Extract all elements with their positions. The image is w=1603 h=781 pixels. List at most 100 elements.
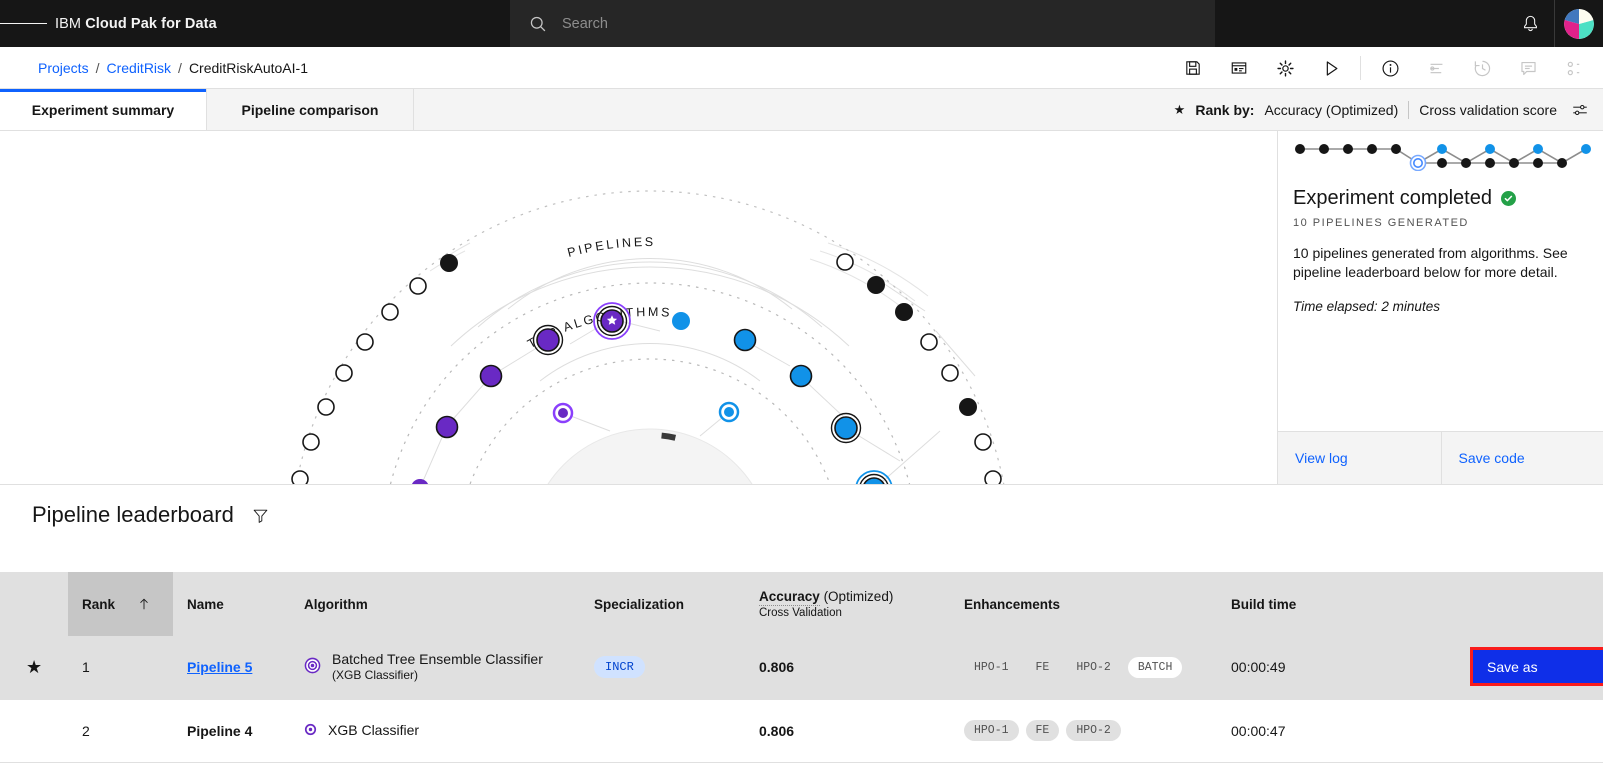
breadcrumb-separator: / <box>95 59 100 76</box>
row-action-cell: Save as <box>1403 636 1603 700</box>
favorite-cell[interactable] <box>0 699 68 763</box>
col-actions <box>1403 572 1603 636</box>
page-title: Experiment completed <box>1293 187 1492 209</box>
information-icon[interactable] <box>1367 47 1413 89</box>
specialization-cell <box>580 699 745 763</box>
enhancement-tag: FE <box>1025 656 1060 678</box>
col-accuracy[interactable]: Accuracy (Optimized) Cross Validation <box>745 572 950 636</box>
progress-mini-chart <box>1278 131 1603 171</box>
status-description: 10 pipelines generated from algorithms. … <box>1293 245 1568 281</box>
col-build-time[interactable]: Build time <box>1217 572 1403 636</box>
name-cell[interactable]: Pipeline 5 <box>173 636 290 700</box>
col-accuracy-sub: Cross Validation <box>759 607 842 619</box>
save-icon[interactable] <box>1170 47 1216 89</box>
pipeline-name-link[interactable]: Pipeline 5 <box>187 659 252 675</box>
leaderboard-header: Pipeline leaderboard <box>0 484 1603 545</box>
view-log-button[interactable]: View log <box>1278 432 1441 484</box>
accuracy-value: 0.806 <box>759 659 795 676</box>
pipeline-name-link[interactable]: Pipeline 4 <box>187 723 252 739</box>
breadcrumb-item-projects[interactable]: Projects <box>38 60 89 76</box>
target-ring-icon <box>304 723 317 739</box>
pipelines-generated-count: 10 PIPELINES GENERATED <box>1293 217 1469 229</box>
rank-by-metric[interactable]: Accuracy (Optimized) <box>1264 102 1398 118</box>
algorithm-cell: XGB Classifier <box>290 699 580 763</box>
name-cell[interactable]: Pipeline 4 <box>173 699 290 763</box>
search-input[interactable]: Search <box>562 16 608 32</box>
accuracy-cell: 0.806 <box>745 636 950 700</box>
flow-icon[interactable] <box>1413 47 1459 89</box>
experiment-status-panel: Experiment completed 10 PIPELINES GENERA… <box>1277 131 1603 484</box>
algorithm-sub: (XGB Classifier) <box>332 667 419 682</box>
build-time-cell: 00:00:49 <box>1217 636 1403 700</box>
algorithm-name: XGB Classifier <box>328 722 420 739</box>
pipeline-leaderboard-table: Rank Name Algorithm Specialization Accur… <box>0 572 1603 763</box>
accuracy-cell: 0.806 <box>745 699 950 763</box>
rank-by-scope[interactable]: Cross validation score <box>1419 102 1557 118</box>
avatar[interactable] <box>1564 8 1594 39</box>
gear-icon[interactable] <box>1262 47 1308 89</box>
breadcrumb-separator: / <box>178 59 182 76</box>
favorite-cell[interactable]: ★ <box>0 636 68 700</box>
bell-icon[interactable] <box>1507 0 1554 47</box>
algorithm-cell: Batched Tree Ensemble Classifier (XGB Cl… <box>290 636 580 700</box>
col-specialization-label: Specialization <box>594 596 685 612</box>
target-ring-icon <box>304 657 321 677</box>
row-action-cell <box>1403 699 1603 763</box>
table-row[interactable]: 2 Pipeline 4 XGB Classifier 0.806 HPO-1 … <box>0 699 1603 763</box>
notebook-icon[interactable] <box>1216 47 1262 89</box>
status-title-row: Experiment completed <box>1293 187 1589 210</box>
hamburger-menu-icon[interactable] <box>0 0 48 47</box>
table-row[interactable]: ★ 1 Pipeline 5 Batched Tree Ensemble Cla… <box>0 636 1603 700</box>
rank-by-label: Rank by: <box>1195 102 1255 118</box>
sliders-icon[interactable] <box>1571 101 1589 119</box>
col-algorithm[interactable]: Algorithm <box>290 572 580 636</box>
col-enhancements[interactable]: Enhancements <box>950 572 1217 636</box>
enhancements-cell: HPO-1 FE HPO-2 BATCH <box>950 636 1217 700</box>
leaderboard-title: Pipeline leaderboard <box>32 502 234 527</box>
col-name[interactable]: Name <box>173 572 290 636</box>
header-actions <box>1507 0 1603 47</box>
table-header: Rank Name Algorithm Specialization Accur… <box>0 572 1603 636</box>
star-icon: ★ <box>1173 102 1186 117</box>
enhancement-tag: HPO-1 <box>964 720 1019 741</box>
breadcrumb-item-creditrisk[interactable]: CreditRisk <box>106 60 171 76</box>
global-search[interactable]: Search <box>510 0 1215 47</box>
save-as-button[interactable]: Save as <box>1470 647 1603 686</box>
algorithm-name: Batched Tree Ensemble Classifier <box>332 651 543 668</box>
save-code-button[interactable]: Save code <box>1440 432 1603 484</box>
run-icon[interactable] <box>1308 47 1354 89</box>
table-body: ★ 1 Pipeline 5 Batched Tree Ensemble Cla… <box>0 636 1603 763</box>
arrow-up-icon <box>140 598 148 610</box>
collaborators-icon[interactable] <box>1551 47 1597 89</box>
radial-pipeline-graph: german_credit_dat... <box>291 190 1005 484</box>
star-icon[interactable]: ★ <box>26 657 42 677</box>
tab-label: Experiment summary <box>31 101 175 118</box>
rank-by-bar: ★ Rank by: Accuracy (Optimized) Cross va… <box>1174 89 1603 131</box>
comment-icon[interactable] <box>1505 47 1551 89</box>
col-accuracy-optimized: (Optimized) <box>823 589 894 604</box>
algorithm-nodes <box>552 401 740 424</box>
tab-experiment-summary[interactable]: Experiment summary <box>0 89 207 130</box>
filter-icon[interactable] <box>252 507 269 524</box>
rank-cell: 2 <box>68 699 173 763</box>
history-icon[interactable] <box>1459 47 1505 89</box>
col-specialization[interactable]: Specialization <box>580 572 745 636</box>
col-star <box>0 572 68 636</box>
relationship-map[interactable]: german_credit_dat... <box>0 131 1277 484</box>
tab-pipeline-comparison[interactable]: Pipeline comparison <box>207 89 414 130</box>
enhancements-cell: HPO-1 FE HPO-2 <box>950 699 1217 763</box>
specialization-cell: INCR <box>580 636 745 700</box>
col-algorithm-label: Algorithm <box>304 596 368 612</box>
brand-name: Cloud Pak for Data <box>85 15 217 32</box>
col-enhancements-label: Enhancements <box>964 596 1061 612</box>
toolbar-divider <box>1360 56 1361 80</box>
breadcrumb-bar: Projects / CreditRisk / CreditRiskAutoAI… <box>0 47 1603 89</box>
product-brand[interactable]: IBM Cloud Pak for Data <box>47 16 217 32</box>
col-rank[interactable]: Rank <box>68 572 173 636</box>
status-badge: INCR <box>594 656 645 679</box>
tab-bar: Experiment summary Pipeline comparison ★… <box>0 89 1603 131</box>
brand-prefix: IBM <box>55 15 82 32</box>
enhancement-tag: HPO-2 <box>1066 720 1121 741</box>
build-time-cell: 00:00:47 <box>1217 699 1403 763</box>
tab-label: Pipeline comparison <box>241 101 379 118</box>
